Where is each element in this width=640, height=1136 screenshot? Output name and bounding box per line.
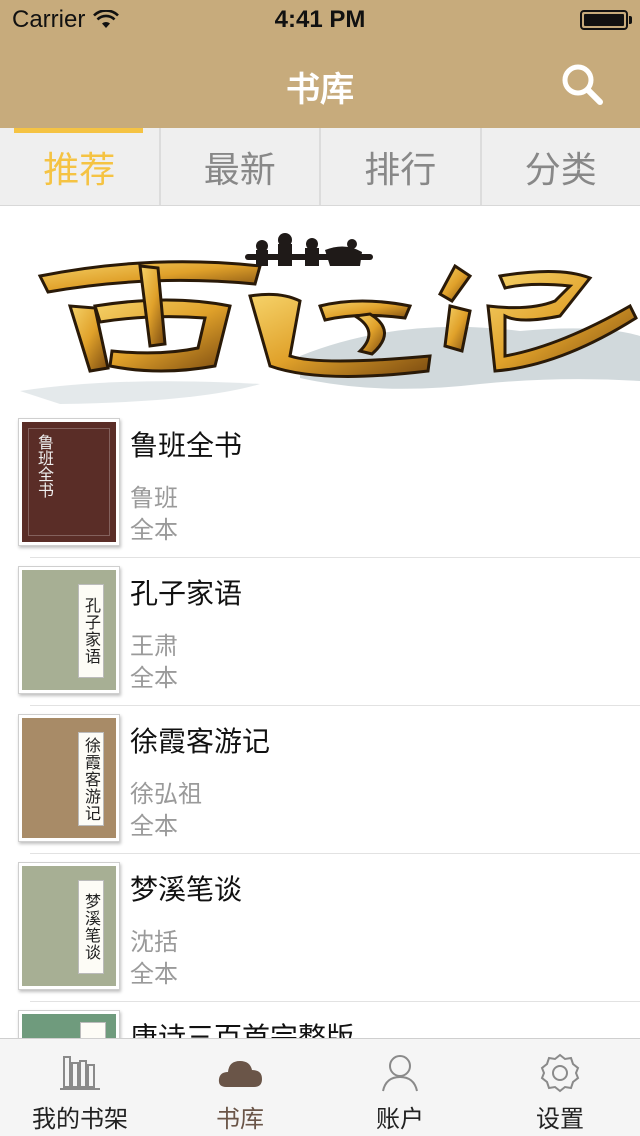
tab-ranking[interactable]: 排行 [321, 128, 482, 205]
book-row[interactable]: 徐霞客游记 徐霞客游记 徐弘祖 全本 [0, 706, 640, 854]
book-author: 徐弘祖 [130, 780, 202, 808]
cover-title: 徐霞客游记 [78, 732, 104, 826]
tabbar-label: 账户 [376, 1105, 424, 1133]
banner-artwork [20, 233, 640, 404]
book-status: 全本 [130, 664, 178, 692]
book-row[interactable]: 鲁班全书 鲁班全书 鲁班 全本 [0, 410, 640, 558]
book-cover: 鲁班全书 [18, 418, 120, 546]
book-row[interactable]: 孔子家语 孔子家语 王肃 全本 [0, 558, 640, 706]
category-tabs: 推荐 最新 排行 分类 [0, 128, 640, 206]
tabbar-label: 书库 [216, 1105, 264, 1133]
cover-title [80, 1022, 106, 1038]
user-icon [382, 1055, 418, 1092]
tab-recommended[interactable]: 推荐 [0, 128, 161, 205]
tabbar-item-account[interactable]: 账户 [320, 1039, 480, 1136]
featured-banner[interactable] [0, 206, 640, 410]
tab-latest[interactable]: 最新 [161, 128, 321, 205]
book-author: 鲁班 [130, 484, 178, 512]
navigation-bar: 书库 [0, 40, 640, 128]
tab-label: 最新 [203, 149, 276, 191]
book-title: 孔子家语 [130, 577, 243, 610]
book-list: 鲁班全书 鲁班全书 鲁班 全本 孔子家语 孔子家语 王肃 全本 徐霞客游记 徐霞… [0, 410, 640, 1038]
cloud-icon [218, 1061, 262, 1087]
book-cover: 徐霞客游记 [18, 714, 120, 842]
tabbar-item-library[interactable]: 书库 [160, 1039, 320, 1136]
book-cover: 梦溪笔谈 [18, 862, 120, 990]
cover-title: 鲁班全书 [35, 434, 54, 498]
book-title: 徐霞客游记 [130, 725, 271, 758]
tab-label: 推荐 [43, 149, 116, 191]
book-title: 梦溪笔谈 [130, 873, 243, 906]
tab-label: 分类 [524, 149, 597, 191]
status-bar: Carrier 4:41 PM [0, 0, 640, 40]
book-status: 全本 [130, 960, 178, 988]
battery-icon [580, 10, 632, 30]
tabbar-item-settings[interactable]: 设置 [480, 1039, 640, 1136]
book-title: 鲁班全书 [130, 429, 243, 462]
gear-icon [540, 1053, 580, 1093]
book-cover [18, 1010, 120, 1038]
book-row[interactable]: 梦溪笔谈 梦溪笔谈 沈括 全本 [0, 854, 640, 1002]
cover-title: 孔子家语 [78, 584, 104, 678]
tab-active-indicator [14, 128, 143, 133]
cover-title: 梦溪笔谈 [78, 880, 104, 974]
tab-label: 排行 [364, 149, 437, 191]
book-status: 全本 [130, 516, 178, 544]
book-cover: 孔子家语 [18, 566, 120, 694]
book-row[interactable]: 唐诗三百首完整版 [0, 1002, 640, 1038]
tabbar-item-bookshelf[interactable]: 我的书架 [0, 1039, 160, 1136]
bookshelf-icon [60, 1056, 100, 1090]
page-title: 书库 [286, 70, 354, 110]
tabbar-label: 设置 [536, 1105, 584, 1133]
tabbar-label: 我的书架 [32, 1105, 128, 1133]
tab-categories[interactable]: 分类 [482, 128, 640, 205]
clock: 4:41 PM [274, 6, 366, 33]
search-icon[interactable] [560, 62, 604, 106]
book-title: 唐诗三百首完整版 [130, 1021, 355, 1038]
book-author: 沈括 [130, 928, 178, 956]
book-author: 王肃 [130, 632, 178, 660]
book-status: 全本 [130, 812, 178, 840]
bottom-tab-bar: 我的书架 书库 账户 设置 [0, 1038, 640, 1136]
